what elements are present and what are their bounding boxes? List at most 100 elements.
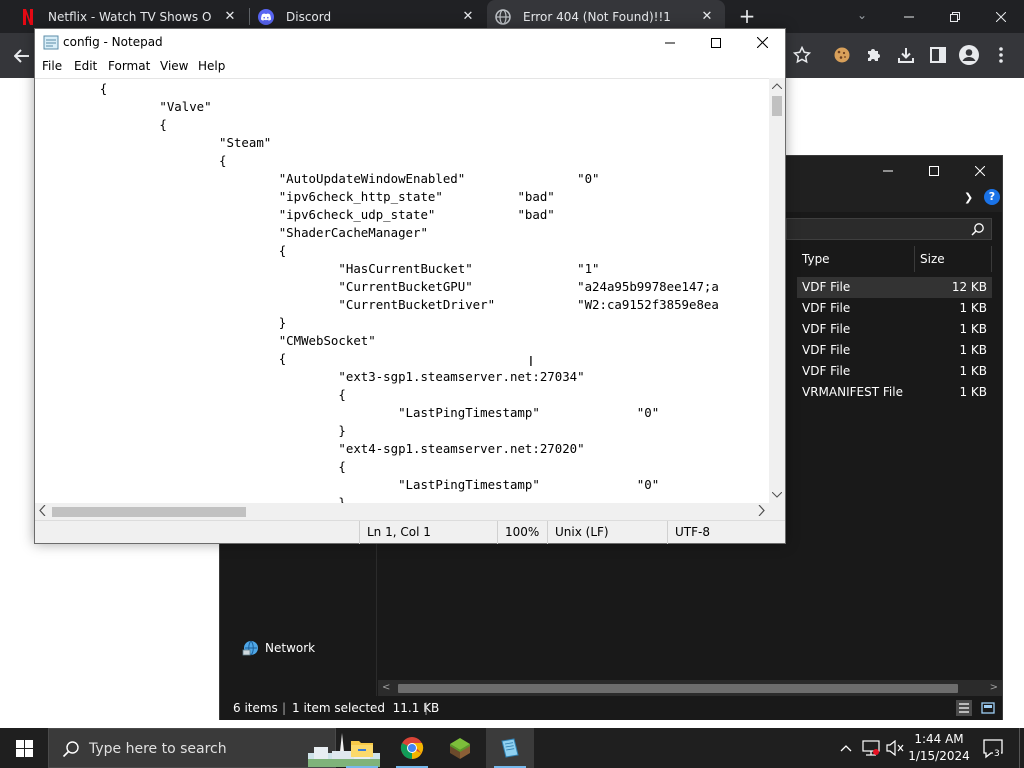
explorer-search-input[interactable] bbox=[786, 218, 992, 240]
taskbar-chrome[interactable] bbox=[388, 728, 436, 768]
encoding: UTF-8 bbox=[667, 521, 785, 544]
extensions-button[interactable] bbox=[863, 44, 885, 66]
column-header-size[interactable]: Size bbox=[915, 246, 992, 272]
taskbar: Type here to search 1:44 AM 1/15/2024 3 bbox=[0, 728, 1024, 768]
minimize-button[interactable] bbox=[886, 0, 932, 33]
menu-help[interactable]: Help bbox=[196, 59, 227, 73]
file-size: 12 KB bbox=[951, 280, 987, 294]
notepad-status-bar: Ln 1, Col 1 100% Unix (LF) UTF-8 bbox=[35, 520, 785, 544]
taskbar-notepad[interactable] bbox=[486, 728, 534, 768]
chevron-right-icon[interactable]: > bbox=[990, 682, 998, 693]
horizontal-scrollbar[interactable]: < > bbox=[378, 680, 1002, 696]
back-button[interactable] bbox=[8, 42, 36, 70]
globe-icon bbox=[495, 8, 511, 25]
minimize-icon bbox=[904, 16, 914, 17]
large-icons-view-icon[interactable] bbox=[980, 700, 996, 716]
search-icon bbox=[971, 223, 984, 236]
menu-format[interactable]: Format bbox=[106, 59, 152, 73]
maximize-button[interactable] bbox=[911, 156, 957, 186]
help-icon[interactable]: ? bbox=[984, 189, 1000, 205]
profile-button[interactable] bbox=[958, 44, 980, 66]
scrollbar-thumb[interactable] bbox=[772, 96, 782, 116]
show-hidden-icons-button[interactable] bbox=[836, 728, 856, 768]
taskbar-minecraft[interactable] bbox=[436, 728, 484, 768]
file-row[interactable]: VDF File 1 KB bbox=[797, 361, 992, 382]
arrow-left-icon bbox=[14, 49, 29, 63]
side-panel-button[interactable] bbox=[927, 44, 949, 66]
system-clock[interactable]: 1:44 AM 1/15/2024 bbox=[908, 731, 970, 765]
cookie-extension-button[interactable] bbox=[831, 44, 853, 66]
scrollbar-thumb[interactable] bbox=[52, 507, 246, 517]
nav-item-network[interactable]: Network bbox=[242, 639, 315, 657]
start-button[interactable] bbox=[0, 728, 48, 768]
menu-bar: File Edit Format View Help bbox=[35, 56, 785, 78]
vertical-scrollbar[interactable] bbox=[769, 78, 785, 503]
chrome-icon bbox=[400, 737, 424, 759]
file-size: 1 KB bbox=[959, 322, 987, 336]
close-window-button[interactable] bbox=[957, 156, 1003, 186]
taskbar-file-explorer[interactable] bbox=[338, 728, 386, 768]
column-header-type[interactable]: Type bbox=[797, 246, 915, 272]
chevron-down-icon[interactable]: ⌄ bbox=[854, 8, 870, 24]
chevron-up-icon[interactable] bbox=[772, 83, 782, 89]
scrollbar-thumb[interactable] bbox=[398, 684, 958, 693]
selection-info: 1 item selected 11.1 KB bbox=[292, 701, 440, 715]
minimize-button[interactable] bbox=[647, 29, 693, 56]
ethernet-icon bbox=[862, 740, 880, 756]
download-icon bbox=[898, 48, 914, 63]
document-text: { "Valve" { "Steam" { "AutoUpdateWindowE… bbox=[99, 81, 719, 503]
restore-icon bbox=[950, 11, 960, 22]
restore-button[interactable] bbox=[932, 0, 978, 33]
network-status-button[interactable] bbox=[860, 728, 882, 768]
text-editor[interactable]: { "Valve" { "Steam" { "AutoUpdateWindowE… bbox=[35, 78, 769, 503]
file-row[interactable]: VDF File 12 KB bbox=[797, 277, 992, 298]
close-icon[interactable]: ✕ bbox=[460, 9, 476, 25]
text-cursor-icon: I bbox=[529, 355, 533, 370]
file-type: VDF File bbox=[802, 364, 851, 378]
tab-title: Discord bbox=[286, 9, 332, 24]
file-row[interactable]: VRMANIFEST File 1 KB bbox=[797, 382, 992, 403]
puzzle-icon bbox=[868, 49, 880, 61]
chrome-menu-button[interactable] bbox=[990, 44, 1012, 66]
chevron-left-icon[interactable]: < bbox=[382, 682, 390, 693]
bookmark-star-button[interactable] bbox=[791, 44, 813, 66]
explorer-status-bar: 6 items | 1 item selected 11.1 KB | bbox=[220, 696, 1002, 720]
minimize-button[interactable] bbox=[865, 156, 911, 186]
close-window-button[interactable] bbox=[978, 0, 1024, 33]
minimize-icon bbox=[665, 42, 675, 43]
line-ending: Unix (LF) bbox=[547, 521, 667, 544]
show-desktop-button[interactable] bbox=[1019, 728, 1024, 768]
volume-muted-icon bbox=[886, 740, 904, 756]
close-window-button[interactable] bbox=[739, 29, 785, 56]
minecraft-icon bbox=[450, 738, 470, 759]
discord-icon bbox=[258, 8, 274, 25]
menu-file[interactable]: File bbox=[40, 59, 64, 73]
side-panel-icon bbox=[930, 47, 946, 63]
file-type: VDF File bbox=[802, 301, 851, 315]
horizontal-scrollbar[interactable] bbox=[35, 503, 769, 520]
chevron-right-icon[interactable] bbox=[758, 505, 765, 516]
close-icon bbox=[975, 166, 985, 176]
file-row[interactable]: VDF File 1 KB bbox=[797, 298, 992, 319]
item-count: 6 items bbox=[233, 701, 278, 715]
chevron-up-icon bbox=[840, 745, 852, 752]
nav-item-label: Network bbox=[265, 641, 316, 655]
close-icon[interactable]: ✕ bbox=[699, 9, 715, 25]
taskbar-search-box[interactable]: Type here to search bbox=[48, 728, 380, 768]
cookie-icon bbox=[834, 47, 850, 63]
downloads-button[interactable] bbox=[895, 44, 917, 66]
chevron-down-icon[interactable]: ❯ bbox=[964, 191, 973, 204]
menu-view[interactable]: View bbox=[158, 59, 190, 73]
chevron-down-icon[interactable] bbox=[772, 492, 782, 498]
menu-edit[interactable]: Edit bbox=[72, 59, 99, 73]
chevron-left-icon[interactable] bbox=[39, 505, 46, 516]
volume-button[interactable] bbox=[884, 728, 906, 768]
search-placeholder: Type here to search bbox=[89, 741, 227, 757]
netflix-icon bbox=[20, 8, 36, 25]
file-row[interactable]: VDF File 1 KB bbox=[797, 340, 992, 361]
new-tab-button[interactable]: + bbox=[736, 6, 758, 28]
close-icon[interactable]: ✕ bbox=[222, 9, 238, 25]
details-view-icon[interactable] bbox=[956, 700, 972, 716]
file-row[interactable]: VDF File 1 KB bbox=[797, 319, 992, 340]
maximize-button[interactable] bbox=[693, 29, 739, 56]
